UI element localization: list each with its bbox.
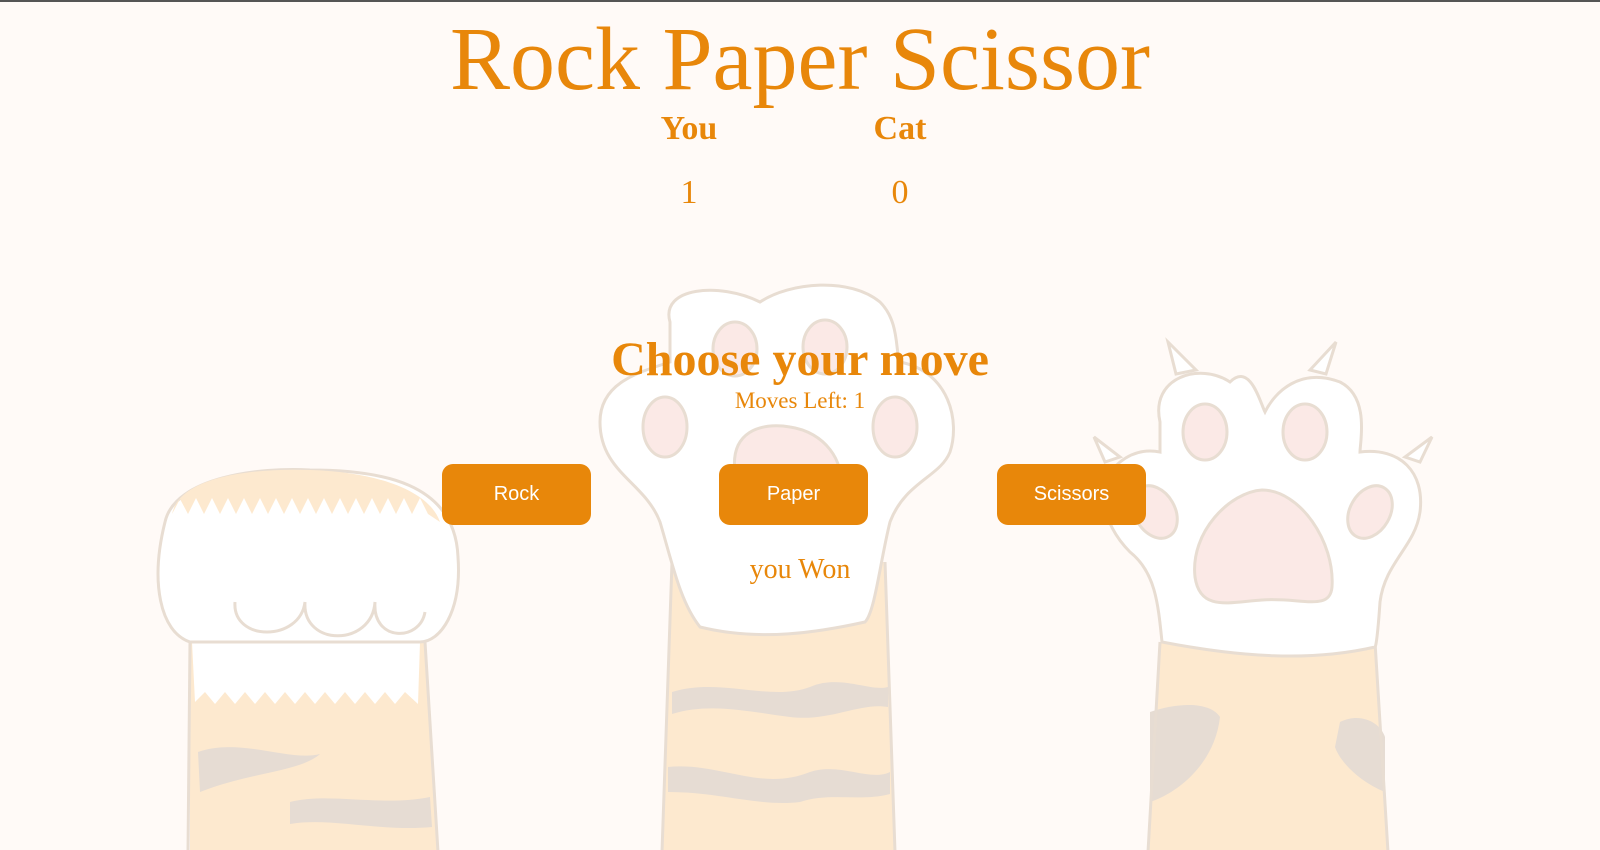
- paper-button[interactable]: Paper: [719, 464, 868, 525]
- player-score-label: You: [660, 110, 718, 147]
- cat-score-label: Cat: [873, 110, 927, 147]
- player-score-value: 1: [680, 174, 698, 211]
- rock-button[interactable]: Rock: [442, 464, 591, 525]
- cat-paws-background: [156, 283, 1434, 850]
- scissors-button[interactable]: Scissors: [997, 464, 1146, 525]
- page-title: Rock Paper Scissor: [450, 10, 1150, 109]
- cat-paw-fist-icon: [156, 468, 460, 850]
- cat-paw-claws-icon: [1092, 337, 1434, 850]
- result-message: you Won: [749, 554, 851, 585]
- cat-score-value: 0: [891, 174, 909, 211]
- moves-left-counter: Moves Left: 1: [734, 388, 866, 413]
- choose-move-heading: Choose your move: [611, 333, 989, 386]
